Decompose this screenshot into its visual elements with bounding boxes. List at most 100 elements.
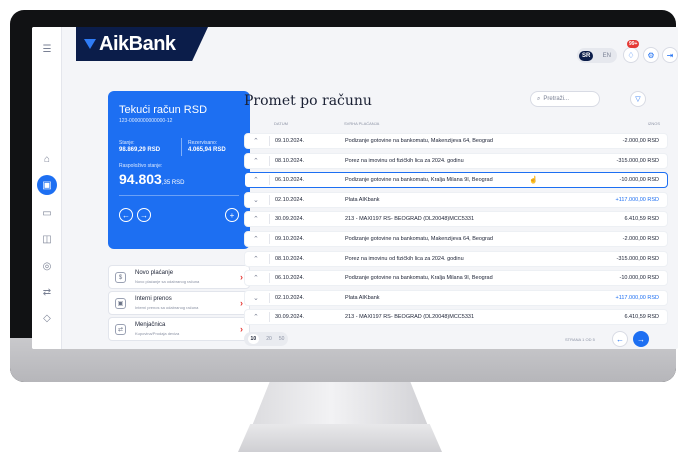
page-size-selector[interactable]: 10 20 50 xyxy=(244,332,288,346)
row-date: 02.10.2024. xyxy=(275,294,305,301)
row-date: 06.10.2024. xyxy=(275,275,305,282)
chevron-up-icon[interactable]: ⌃ xyxy=(253,274,259,282)
table-row[interactable]: ⌄ 02.10.2024. Plata AIKbank +117.000,00 RSD xyxy=(244,289,668,306)
row-purpose: Porez na imovinu od fizičkih lica za 202… xyxy=(345,157,464,164)
card-icon[interactable]: ▭ xyxy=(39,205,55,221)
quick-action-exchange[interactable]: ⇄ Menjačnica Kupovina/Prodaja deviza › xyxy=(108,317,250,341)
table-row[interactable]: ⌃ 06.10.2024. Podizanje gotovine na bankom… xyxy=(244,172,668,189)
quick-action-title: Menjačnica xyxy=(135,322,166,328)
quick-action-subtitle: Kupovina/Prodaja deviza xyxy=(135,331,180,336)
transfer-icon[interactable]: ⇄ xyxy=(39,284,55,300)
row-amount: -2.000,00 RSD xyxy=(622,138,659,144)
logout-icon: ⇥ xyxy=(666,50,674,60)
quick-action-internal-transfer[interactable]: ▣ Interni prenos Interni prenos sa odabr… xyxy=(108,291,250,315)
table-header: DATUM SVRHA PLAĆANJA IZNOS xyxy=(244,121,668,129)
table-row[interactable]: ⌃ 08.10.2024. Porez na imovinu od fizičkih… xyxy=(244,250,668,267)
brand-name: AikBank xyxy=(99,32,176,55)
balance-main: 94.803 xyxy=(119,171,162,187)
table-row[interactable]: ⌃ 30.09.2024. 213 - MAXI197 RS- BEOGRAD (D… xyxy=(244,309,668,326)
row-amount: 6.410,59 RSD xyxy=(624,216,659,223)
row-date: 06.10.2024. xyxy=(275,177,305,184)
table-row[interactable]: ⌃ 06.10.2024. Podizanje gotovine na bankom… xyxy=(244,270,668,287)
lang-en[interactable]: EN xyxy=(603,53,615,59)
tag-icon[interactable]: ◇ xyxy=(39,310,55,326)
col-amount: IZNOS xyxy=(647,121,660,126)
row-purpose: Plata AIKbank xyxy=(345,294,380,301)
hand-cursor-icon: ☝ xyxy=(529,177,538,185)
table-row[interactable]: ⌃ 30.09.2024. 213 - MAXI197 RS- BEOGRAD (D… xyxy=(244,211,668,228)
table-row[interactable]: ⌃ 08.10.2024. Porez na imovinu od fizičkih… xyxy=(244,152,668,169)
search-input[interactable]: ⌕ Pretraži... xyxy=(530,91,600,107)
row-date: 08.10.2024. xyxy=(275,255,305,262)
brand-logo[interactable]: AikBank xyxy=(76,27,208,61)
page-info: STRANA 1 OD 5 xyxy=(565,337,595,342)
quick-action-title: Novo plaćanje xyxy=(135,270,174,276)
row-amount: +117.000,00 RSD xyxy=(615,294,659,301)
arrow-right-icon: → xyxy=(637,334,645,344)
plus-icon: + xyxy=(229,210,235,220)
account-title: Tekući račun RSD xyxy=(119,104,208,116)
row-divider xyxy=(269,155,270,166)
col-purpose: SVRHA PLAĆANJA xyxy=(344,121,380,126)
chevron-up-icon[interactable]: ⌃ xyxy=(253,137,259,145)
settings-icon[interactable]: ◎ xyxy=(39,258,55,274)
notifications-button[interactable]: ♢ xyxy=(623,47,639,63)
filter-button[interactable]: ▽ xyxy=(630,91,646,107)
chevron-up-icon[interactable]: ⌃ xyxy=(253,313,259,321)
exchange-icon: ⇄ xyxy=(115,324,126,335)
chevron-up-icon[interactable]: ⌃ xyxy=(253,176,259,184)
stanje-value: 98.869,29 RSD xyxy=(119,147,161,153)
icon-rail: ☰ ⌂ ▣ ▭ ◫ ◎ ⇄ ◇ xyxy=(32,27,62,349)
table-row[interactable]: ⌃ 09.10.2024. Podizanje gotovine na bankom… xyxy=(244,230,668,247)
lang-sr[interactable]: SR xyxy=(579,50,594,61)
row-purpose: Podizanje gotovine na bankomatu, Kralja … xyxy=(345,177,493,184)
quick-action-subtitle: Interni prenos sa odabranog računa xyxy=(135,305,199,310)
row-date: 30.09.2024. xyxy=(275,314,305,321)
chevron-up-icon[interactable]: ⌃ xyxy=(253,215,259,223)
row-divider xyxy=(269,194,270,205)
row-purpose: Podizanje gotovine na bankomatu, Kralja … xyxy=(345,275,493,282)
table-row[interactable]: ⌃ 09.10.2024. Podizanje gotovine na bankom… xyxy=(244,133,668,149)
quick-action-subtitle: Novo plaćanje sa odabranog računa xyxy=(135,279,200,284)
row-amount: -2.000,00 RSD xyxy=(622,235,659,242)
page-size-20[interactable]: 20 xyxy=(266,336,272,342)
chevron-up-icon[interactable]: ⌃ xyxy=(253,255,259,263)
menu-icon[interactable]: ☰ xyxy=(39,41,55,57)
prev-page-button[interactable]: ← xyxy=(612,331,628,347)
gear-icon: ⚙ xyxy=(647,50,655,60)
table-row[interactable]: ⌄ 02.10.2024. Plata AIKbank +117.000,00 RSD xyxy=(244,191,668,208)
chevron-down-icon[interactable]: ⌄ xyxy=(253,294,259,302)
page-size-10[interactable]: 10 xyxy=(247,334,260,344)
stanje-label: Stanje: xyxy=(119,140,135,146)
row-amount: +117.000,00 RSD xyxy=(615,196,659,203)
chevron-right-icon: › xyxy=(240,298,243,308)
chevron-up-icon[interactable]: ⌃ xyxy=(253,157,259,165)
prev-account-button[interactable]: ← xyxy=(119,208,133,222)
quick-action-new-payment[interactable]: $ Novo plaćanje Novo plaćanje sa odabran… xyxy=(108,265,250,289)
monitor-screen-holder: ☰ ⌂ ▣ ▭ ◫ ◎ ⇄ ◇ AikBank SR EN ♢ 99+ ⚙ ⇥ … xyxy=(10,10,678,382)
chevron-down-icon[interactable]: ⌄ xyxy=(253,196,259,204)
account-icon[interactable]: ▣ xyxy=(37,175,57,195)
add-account-button[interactable]: + xyxy=(225,208,239,222)
next-page-button[interactable]: → xyxy=(633,331,649,347)
account-card[interactable]: Tekući račun RSD 123-0000000000000-12 St… xyxy=(108,91,250,249)
home-icon[interactable]: ⌂ xyxy=(39,151,55,167)
next-account-button[interactable]: → xyxy=(137,208,151,222)
settings-button[interactable]: ⚙ xyxy=(643,47,659,63)
payment-icon: $ xyxy=(115,272,126,283)
page-size-50[interactable]: 50 xyxy=(279,336,285,342)
logout-button[interactable]: ⇥ xyxy=(662,47,678,63)
language-switch[interactable]: SR EN xyxy=(577,48,617,63)
row-divider xyxy=(269,136,270,146)
row-purpose: 213 - MAXI197 RS- BEOGRAD (DL20048)MCC53… xyxy=(345,216,474,223)
rezervisano-value: 4.065,94 RSD xyxy=(188,147,226,153)
row-divider xyxy=(269,292,270,303)
transactions-list: ⌃ 09.10.2024. Podizanje gotovine na bankom… xyxy=(244,133,668,329)
folder-icon[interactable]: ◫ xyxy=(39,231,55,247)
search-placeholder: Pretraži... xyxy=(543,96,570,102)
row-date: 09.10.2024. xyxy=(275,138,305,144)
row-divider xyxy=(269,273,270,284)
row-divider xyxy=(269,253,270,264)
row-date: 08.10.2024. xyxy=(275,157,305,164)
chevron-up-icon[interactable]: ⌃ xyxy=(253,235,259,243)
